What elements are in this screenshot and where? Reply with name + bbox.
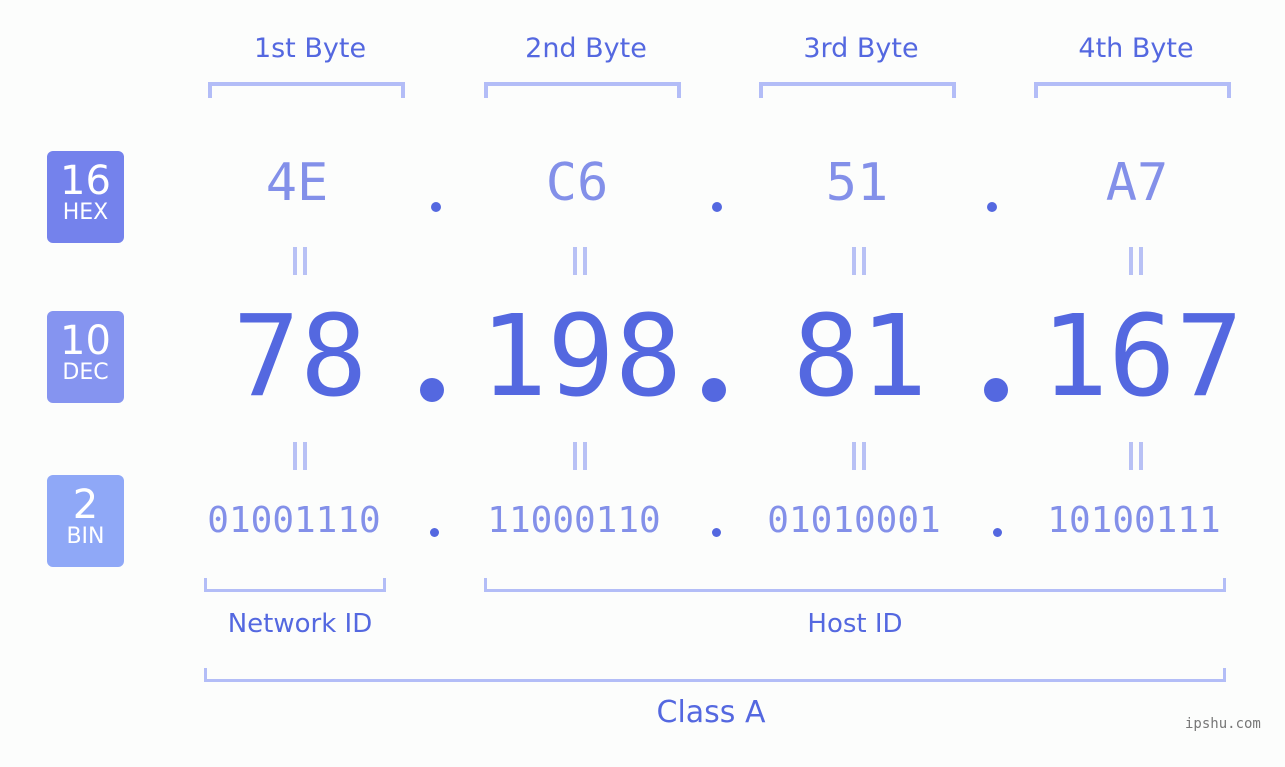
- byte-label-1: 1st Byte: [253, 33, 367, 64]
- byte-bracket-3: [759, 82, 956, 98]
- bin-badge-base: 2: [72, 482, 99, 528]
- equals-icon: [852, 442, 866, 470]
- hex-badge: 16 HEX: [47, 151, 124, 243]
- equals-icon: [293, 442, 307, 470]
- hex-badge-base: 16: [60, 158, 111, 204]
- equals-icon: [1129, 247, 1143, 275]
- bin-separator-dot: [993, 528, 1002, 537]
- bin-separator-dot: [430, 528, 439, 537]
- class-label: Class A: [656, 695, 766, 730]
- bin-badge: 2 BIN: [47, 475, 124, 567]
- hex-byte-4: A7: [1105, 153, 1169, 213]
- equals-icon: [852, 247, 866, 275]
- equals-icon: [573, 247, 587, 275]
- dec-badge: 10 DEC: [47, 311, 124, 403]
- bin-byte-2: 11000110: [487, 500, 661, 541]
- equals-icon: [1129, 442, 1143, 470]
- byte-label-2: 2nd Byte: [525, 33, 647, 64]
- equals-icon: [293, 247, 307, 275]
- byte-bracket-4: [1034, 82, 1231, 98]
- bin-separator-dot: [712, 528, 721, 537]
- byte-bracket-1: [208, 82, 405, 98]
- host-id-label: Host ID: [807, 609, 903, 639]
- host-id-bracket: [484, 578, 1226, 592]
- byte-label-4: 4th Byte: [1078, 33, 1194, 64]
- bin-byte-3: 01010001: [767, 500, 941, 541]
- class-bracket: [204, 668, 1226, 682]
- dec-separator-dot: [702, 378, 726, 402]
- bin-byte-1: 01001110: [207, 500, 381, 541]
- watermark: ipshu.com: [1185, 716, 1261, 732]
- dec-byte-4: 167: [1040, 292, 1244, 422]
- equals-icon: [573, 442, 587, 470]
- hex-byte-3: 51: [825, 153, 889, 213]
- bin-byte-4: 10100111: [1047, 500, 1221, 541]
- dec-byte-2: 198: [479, 292, 683, 422]
- network-id-label: Network ID: [227, 609, 373, 639]
- hex-separator-dot: [712, 202, 722, 212]
- dec-separator-dot: [984, 378, 1008, 402]
- dec-badge-base: 10: [60, 318, 111, 364]
- byte-label-3: 3rd Byte: [803, 33, 919, 64]
- network-id-bracket: [204, 578, 386, 592]
- hex-separator-dot: [431, 202, 441, 212]
- hex-byte-2: C6: [545, 153, 609, 213]
- hex-byte-1: 4E: [265, 153, 329, 213]
- dec-badge-unit: DEC: [62, 360, 109, 385]
- byte-bracket-2: [484, 82, 681, 98]
- hex-separator-dot: [987, 202, 997, 212]
- dec-separator-dot: [420, 378, 444, 402]
- hex-badge-unit: HEX: [62, 200, 109, 225]
- dec-byte-3: 81: [792, 292, 928, 422]
- bin-badge-unit: BIN: [66, 524, 105, 549]
- dec-byte-1: 78: [232, 292, 368, 422]
